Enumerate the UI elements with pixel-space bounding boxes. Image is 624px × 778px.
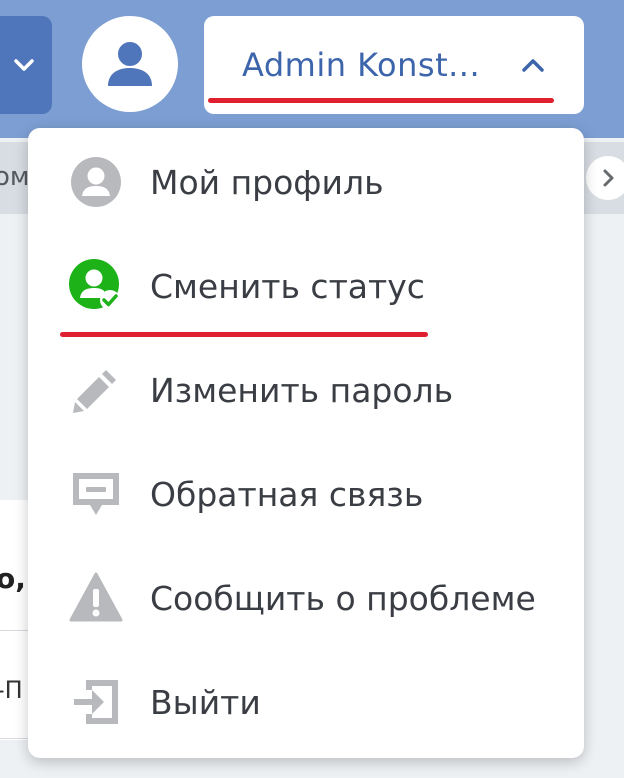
warning-icon [68,570,124,626]
user-circle-icon [68,154,124,210]
menu-item-label: Сменить статус [150,266,425,306]
user-avatar[interactable] [82,16,178,112]
subbar-partial-text: ом [0,162,30,192]
menu-item-change-status[interactable]: Сменить статус [28,234,584,338]
menu-item-logout[interactable]: Выйти [28,650,584,754]
menu-item-label: Мой профиль [150,162,384,202]
background-partial-text: -П [0,676,23,704]
chevron-right-icon [603,169,614,187]
feedback-icon [68,466,124,522]
background-partial-heading: о, [0,562,26,595]
menu-item-label: Выйти [150,682,261,722]
menu-item-label: Изменить пароль [150,370,454,410]
chevron-up-icon [522,59,544,72]
menu-item-my-profile[interactable]: Мой профиль [28,130,584,234]
user-dropdown-menu: Мой профиль Сменить статус Изменить паро… [28,128,584,758]
chevron-down-icon [14,59,34,71]
menu-item-feedback[interactable]: Обратная связь [28,442,584,546]
user-name: Admin Konst... [242,46,481,84]
avatar-person-icon [108,42,152,86]
scroll-right-button[interactable] [586,156,624,200]
menu-item-label: Обратная связь [150,474,424,514]
logout-icon [68,674,124,730]
menu-item-report-problem[interactable]: Сообщить о проблеме [28,546,584,650]
menu-item-change-password[interactable]: Изменить пароль [28,338,584,442]
user-status-online-icon [68,258,124,314]
nav-dropdown-button[interactable] [0,16,52,114]
pencil-icon [68,362,124,418]
highlight-underline-status [60,332,428,337]
menu-item-label: Сообщить о проблеме [150,578,536,618]
highlight-underline-user [208,98,554,103]
